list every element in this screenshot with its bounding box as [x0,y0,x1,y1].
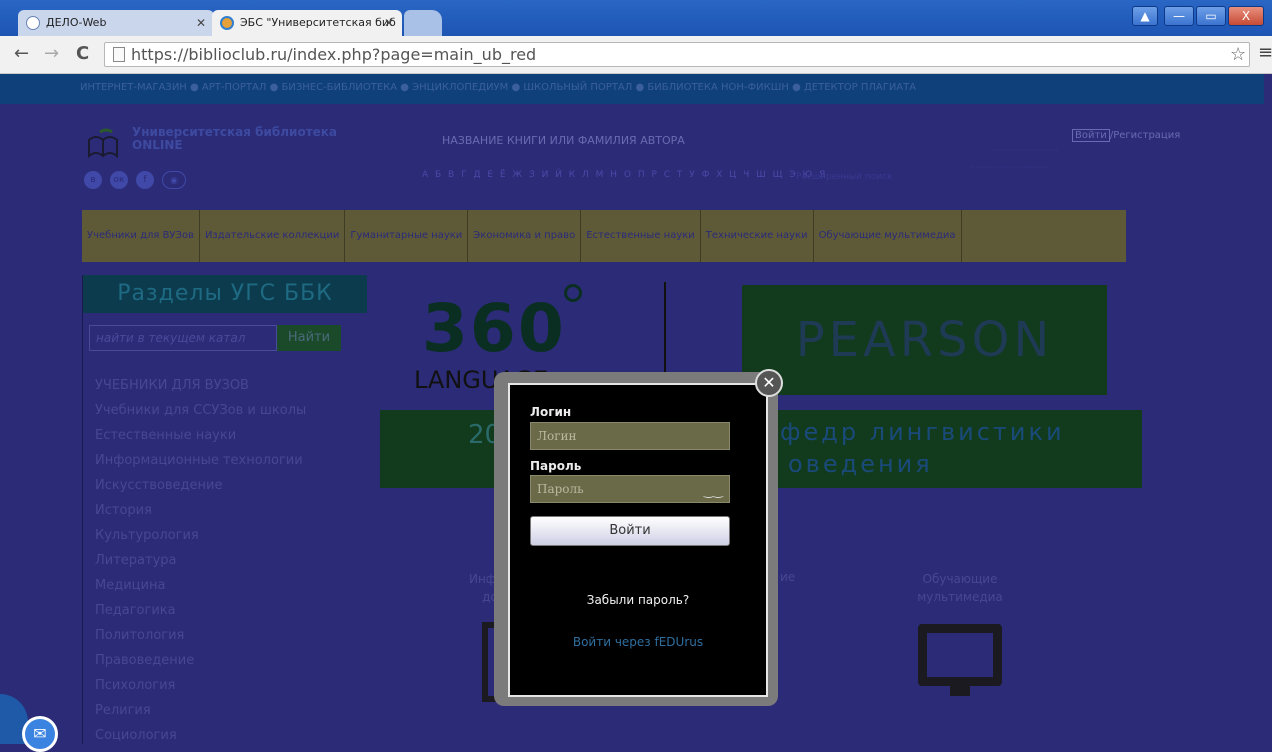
bookmark-star-icon[interactable]: ☆ [1230,44,1246,65]
login-register: Войти/Регистрация [1072,129,1180,142]
book-logo-icon [88,128,118,159]
sidebar-item[interactable]: УЧЕБНИКИ ДЛЯ ВУЗОВ [95,373,306,398]
maximize-button[interactable]: ▭ [1196,6,1226,26]
vk-icon[interactable]: в [84,171,102,189]
category-tab[interactable]: Экономика и право [468,210,582,262]
social-icons: в ок f ◉ [84,171,186,189]
banner-caption-line2: оведения [788,450,933,478]
sidebar-heading: Разделы УГС ББК [83,275,367,313]
banner-caption-line1: федр лингвистики [780,418,1065,446]
sidebar-item[interactable]: История [95,498,306,523]
chat-icon[interactable]: ✉ [22,716,58,752]
register-link[interactable]: Регистрация [1113,130,1180,141]
facebook-icon[interactable]: f [136,171,154,189]
login-link[interactable]: Войти [1072,129,1110,142]
sidebar-item[interactable]: Социология [95,723,306,744]
ok-icon[interactable]: ок [110,171,128,189]
address-row: ← → C https://biblioclub.ru/index.php?pa… [0,36,1272,74]
sidebar-item[interactable]: Учебники для ССУЗов и школы [95,398,306,423]
user-icon[interactable]: ▲ [1132,6,1158,26]
show-password-icon[interactable]: ‿‿ [704,478,723,504]
sections-sidebar: Разделы УГС ББК найти в текущем катал На… [82,275,367,744]
portal-nav: ИНТЕРНЕТ-МАГАЗИН ● АРТ-ПОРТАЛ ● БИЗНЕС-Б… [0,74,1272,104]
address-bar[interactable]: https://biblioclub.ru/index.php?page=mai… [104,42,1250,67]
close-window-button[interactable]: X [1228,6,1264,26]
back-arrow-icon[interactable]: ← [14,44,29,64]
password-input[interactable]: Пароль ‿‿ [530,475,730,503]
login-input[interactable]: Логин [530,422,730,450]
site-favicon-icon [220,16,234,30]
advanced-search-link[interactable]: Расширенный поиск [796,172,892,182]
tab-delo-web[interactable]: ДЕЛО-Web ✕ [18,10,214,36]
tab-close-icon[interactable]: ✕ [196,10,206,36]
page-scrollbar[interactable] [1264,74,1272,744]
category-tab[interactable]: Обучающие мультимедиа [814,210,962,262]
tab-ebs[interactable]: ЭБС "Университетская биб ✕ [212,10,402,36]
login-label: Логин [530,405,572,419]
url-host: https://biblioclub.ru [131,45,288,64]
book-search-input[interactable]: НАЗВАНИЕ КНИГИ ИЛИ ФАМИЛИЯ АВТОРА [442,134,685,147]
page-favicon-icon [26,16,40,30]
banner-360-number: 360 [422,290,566,367]
sidebar-item[interactable]: Религия [95,698,306,723]
page-icon [113,47,125,62]
sidebar-item[interactable]: Культурология [95,523,306,548]
sidebar-item[interactable]: Медицина [95,573,306,598]
modal-close-icon[interactable]: ✕ [755,369,783,397]
minimize-button[interactable]: — [1164,6,1194,26]
sidebar-item[interactable]: Правоведение [95,648,306,673]
password-label: Пароль [530,459,582,473]
browser-titlebar: ДЕЛО-Web ✕ ЭБС "Университетская биб ✕ ▲ … [0,0,1272,36]
window-controls: ▲ — ▭ X [1132,6,1264,26]
sidebar-item[interactable]: Психология [95,673,306,698]
login-placeholder: Логин [537,429,577,443]
url-text[interactable]: https://biblioclub.ru/index.php?page=mai… [131,45,536,65]
catalog-search-button[interactable]: Найти [277,325,341,351]
login-modal: Логин Логин Пароль Пароль ‿‿ Войти Забыли… [508,383,768,697]
password-placeholder: Пароль [537,482,584,496]
banner-divider [664,282,666,372]
url-path: /index.php?page=main_ub_red [287,45,537,64]
header-small-text-1: ·························· [992,146,1059,155]
banner-degree-icon [564,284,582,302]
menu-icon[interactable]: ≡ [1258,42,1272,63]
pearson-logo[interactable]: PEARSON [742,285,1107,395]
tab-close-icon[interactable]: ✕ [384,10,394,36]
alphabet-index[interactable]: А Б В Г Д Е Ё Ж З И Й К Л М Н О П Р С Т … [422,170,827,180]
portal-nav-links[interactable]: ИНТЕРНЕТ-МАГАЗИН ● АРТ-ПОРТАЛ ● БИЗНЕС-Б… [80,82,916,93]
sidebar-item[interactable]: Педагогика [95,598,306,623]
category-tab[interactable]: Учебники для ВУЗов [82,210,200,262]
sidebar-item[interactable]: Политология [95,623,306,648]
forward-arrow-icon[interactable]: → [44,44,59,64]
sections-list: УЧЕБНИКИ ДЛЯ ВУЗОВ Учебники для ССУЗов и… [95,373,306,744]
forgot-password-link[interactable]: Забыли пароль? [510,593,766,607]
site-logo-title[interactable]: Университетская библиотека ONLINE [132,126,372,152]
tab-label: ЭБС "Университетская биб [240,16,396,29]
monitor-icon[interactable] [918,624,1002,686]
low-vision-icon[interactable]: ◉ [162,171,186,189]
tab-label: ДЕЛО-Web [46,16,107,29]
sidebar-item[interactable]: Информационные технологии [95,448,306,473]
header-small-text-2: ······························· [970,163,1049,172]
sidebar-item[interactable]: Искусствоведение [95,473,306,498]
fedurus-login-link[interactable]: Войти через fEDUrus [510,635,766,649]
reload-icon[interactable]: C [76,44,89,64]
feature-multimedia-label[interactable]: Обучающие мультимедиа [900,570,1020,606]
catalog-search-input[interactable]: найти в текущем катал [89,325,277,351]
category-tab[interactable]: Гуманитарные науки [345,210,469,262]
sidebar-item[interactable]: Естественные науки [95,423,306,448]
feature-label-right[interactable]: ие [780,570,795,584]
page-content: ИНТЕРНЕТ-МАГАЗИН ● АРТ-ПОРТАЛ ● БИЗНЕС-Б… [0,74,1272,744]
monitor-stand-icon [950,686,970,696]
category-tab[interactable]: Издательские коллекции [200,210,346,262]
login-submit-button[interactable]: Войти [530,516,730,546]
category-tab[interactable]: Технические науки [701,210,814,262]
sidebar-item[interactable]: Литература [95,548,306,573]
category-tab[interactable]: Естественные науки [581,210,701,262]
new-tab-button[interactable] [404,10,442,36]
category-bar: Учебники для ВУЗов Издательские коллекци… [82,210,1126,262]
